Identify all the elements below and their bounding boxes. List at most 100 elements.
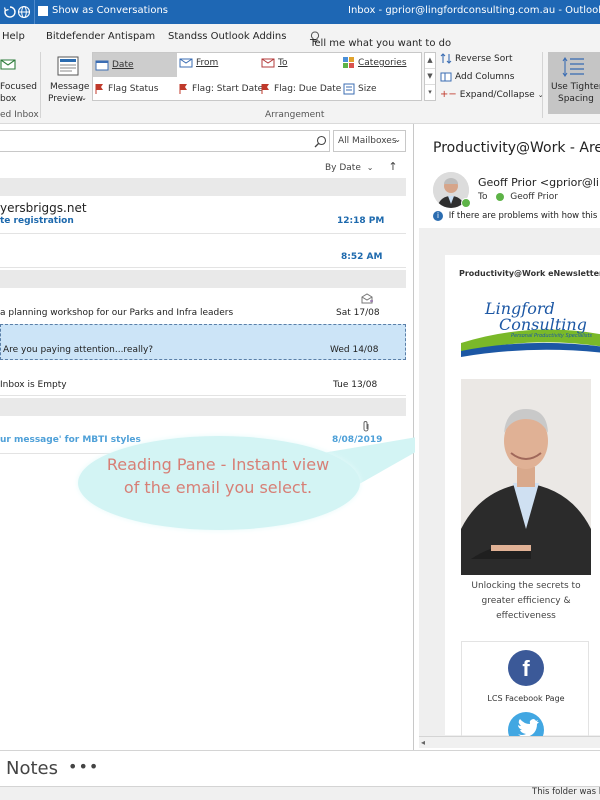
add-columns-icon	[440, 72, 452, 82]
recipient-name[interactable]: Geoff Prior	[510, 192, 558, 202]
date-group-header[interactable]	[0, 270, 406, 288]
arrange-flag-due-label: Flag: Due Date	[274, 84, 342, 94]
date-group-header[interactable]	[0, 398, 406, 416]
arrange-to-label: To	[278, 58, 288, 68]
email-sender[interactable]: Geoff Prior <gprior@ling	[478, 176, 600, 189]
email-subject: Productivity@Work - Are	[433, 140, 600, 156]
mail-item[interactable]: yersbriggs.net te registration 12:18 PM	[0, 196, 406, 234]
nav-notes[interactable]: Notes	[6, 758, 58, 779]
inbox-label: box	[0, 94, 17, 104]
gallery-scroller[interactable]: ▲ ▼ ▾	[424, 52, 436, 101]
gallery-down-icon[interactable]: ▼	[425, 69, 435, 85]
newsletter-card: Productivity@Work eNewsletter Lingford C…	[445, 255, 600, 748]
tab-standss-outlook-addins[interactable]: Standss Outlook Addins	[168, 31, 286, 42]
globe-icon[interactable]	[14, 2, 34, 22]
focused-inbox-group-label: ed Inbox	[0, 110, 39, 120]
mail-date: Tue 13/08	[333, 380, 378, 390]
tighter-label-1: Use Tighter	[551, 82, 600, 92]
tell-me-text: Tell me what you want to do	[310, 38, 452, 49]
email-recipients: To Geoff Prior	[478, 192, 558, 202]
lingford-consulting-logo[interactable]: Lingford Consulting Personal Productivit…	[461, 291, 600, 361]
callout-line-1: Reading Pane - Instant view	[106, 455, 330, 474]
envelope-icon	[0, 59, 16, 70]
horizontal-scrollbar[interactable]: ◂	[419, 736, 600, 748]
arrange-by-flag-due-date[interactable]: Flag: Due Date	[261, 83, 341, 95]
focused-inbox-button[interactable]: Focused box	[0, 52, 38, 104]
sort-direction-icon[interactable]: ↑	[388, 160, 397, 173]
mail-subject: a planning workshop for our Parks and In…	[0, 308, 234, 318]
chevron-down-icon: ⌄	[81, 94, 87, 102]
sort-label: By Date	[325, 163, 361, 173]
arrange-flag-status-label: Flag Status	[108, 84, 159, 94]
mail-date: 8:52 AM	[341, 252, 383, 262]
arrangement-gallery[interactable]: Date From To Categories Flag Status Flag…	[92, 52, 422, 101]
more-apps-icon[interactable]: •••	[68, 757, 99, 776]
mail-date: 12:18 PM	[337, 216, 385, 226]
chevron-down-icon: ⌄	[394, 135, 401, 144]
arrange-by-size[interactable]: Size	[343, 83, 376, 95]
tab-help[interactable]: Help	[2, 31, 25, 42]
show-as-conversations-label[interactable]: Show as Conversations	[52, 5, 168, 16]
chevron-down-icon: ⌄	[366, 163, 374, 172]
use-tighter-spacing-button[interactable]: Use Tighter Spacing	[548, 52, 600, 114]
envelope-reply-icon	[361, 293, 373, 304]
paperclip-icon	[363, 421, 369, 432]
date-group-header[interactable]	[0, 178, 406, 196]
search-scope-dropdown[interactable]: All Mailboxes ⌄	[333, 130, 406, 152]
search-input[interactable]	[0, 130, 330, 152]
info-bar[interactable]: i If there are problems with how this me	[433, 211, 600, 221]
ribbon-separator	[542, 52, 543, 118]
outlook-window: Show as Conversations Inbox - gprior@lin…	[0, 0, 600, 800]
tell-me-search[interactable]: Tell me what you want to do	[310, 31, 451, 49]
message-preview-icon	[57, 56, 79, 76]
recipient-presence-icon	[496, 192, 505, 201]
arrangement-group-label: Arrangement	[265, 110, 325, 120]
status-bar	[0, 786, 600, 800]
show-as-conversations-checkbox[interactable]	[38, 6, 48, 16]
titlebar-separator	[34, 0, 35, 24]
search-icon[interactable]	[314, 135, 327, 148]
status-text: This folder was la	[532, 787, 600, 797]
expand-collapse-button[interactable]: +− Expand/Collapse ⌄	[440, 89, 544, 100]
arrange-by-from[interactable]: From	[179, 57, 218, 69]
to-label: To	[478, 192, 488, 202]
ribbon-tabs: Help Bitdefender Antispam Standss Outloo…	[0, 24, 600, 50]
window-title: Inbox - gprior@lingfordconsulting.com.au…	[348, 5, 600, 16]
logo-tagline: Personal Productivity Specialists	[511, 333, 593, 339]
arrange-from-label: From	[196, 58, 219, 68]
mail-subject: Inbox is Empty	[0, 380, 67, 390]
add-columns-label: Add Columns	[455, 71, 515, 82]
facebook-page-link[interactable]: LCS Facebook Page	[462, 694, 590, 703]
mail-item[interactable]: 8:52 AM	[0, 234, 406, 268]
reading-pane: Productivity@Work - Are Geoff Prior <gpr…	[415, 124, 600, 750]
scroll-left-icon[interactable]: ◂	[421, 738, 425, 747]
message-preview-button[interactable]: Message Preview ⌄	[46, 52, 90, 106]
ribbon: Focused box ed Inbox Message Preview ⌄ D…	[0, 50, 600, 124]
add-columns-button[interactable]: Add Columns	[440, 71, 514, 82]
info-bar-text: If there are problems with how this me	[448, 211, 600, 221]
gallery-up-icon[interactable]: ▲	[425, 53, 435, 69]
mail-item-selected[interactable]: Are you paying attention...really? Wed 1…	[0, 324, 406, 360]
arrange-by-flag-start-date[interactable]: Flag: Start Date	[179, 83, 263, 95]
flag-icon	[261, 84, 269, 94]
reverse-sort-button[interactable]: Reverse Sort	[440, 53, 513, 64]
facebook-icon[interactable]: f	[508, 650, 544, 686]
search-scope-value: All Mailboxes	[338, 136, 397, 146]
callout-text: Reading Pane - Instant view of the email…	[84, 453, 352, 499]
flag-icon	[95, 84, 103, 94]
arrange-flag-start-label: Flag: Start Date	[192, 84, 264, 94]
size-icon	[343, 83, 355, 95]
arrange-by-date[interactable]: Date	[93, 53, 177, 77]
sort-by-dropdown[interactable]: By Date ⌄ ↑	[325, 160, 398, 173]
from-envelope-icon	[179, 58, 193, 68]
mail-date: Sat 17/08	[336, 308, 380, 318]
gallery-more-icon[interactable]: ▾	[425, 85, 435, 101]
categories-icon	[343, 57, 354, 68]
arrange-by-categories[interactable]: Categories	[343, 57, 407, 69]
arrange-by-to[interactable]: To	[261, 57, 287, 69]
arrange-by-flag-status[interactable]: Flag Status	[95, 83, 158, 95]
tab-bitdefender-antispam[interactable]: Bitdefender Antispam	[46, 31, 155, 42]
arrange-date-label: Date	[112, 60, 134, 70]
mail-item[interactable]: a planning workshop for our Parks and In…	[0, 288, 406, 326]
mail-item[interactable]: Inbox is Empty Tue 13/08	[0, 360, 406, 396]
